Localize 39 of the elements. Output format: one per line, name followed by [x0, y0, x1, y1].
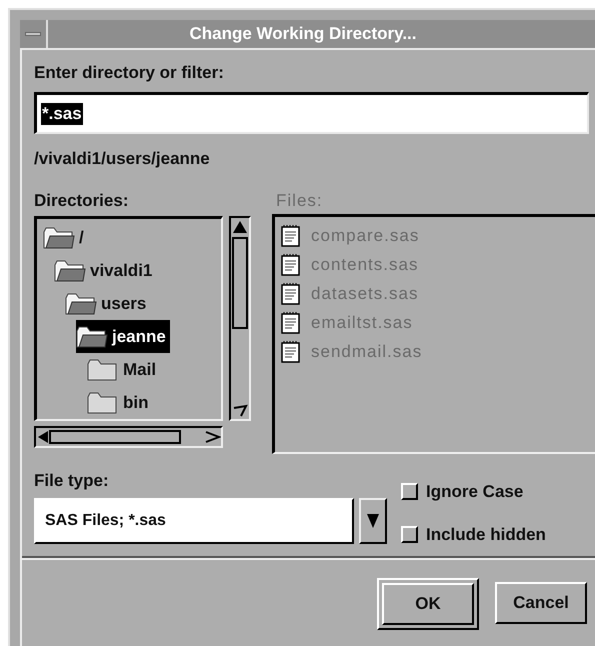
document-icon	[281, 224, 301, 247]
directory-item[interactable]: bin	[87, 386, 148, 420]
dropdown-arrow-button[interactable]	[359, 498, 387, 544]
file-item: emailtst.sas	[281, 308, 413, 338]
directory-item[interactable]: users	[65, 287, 146, 320]
open-folder-icon	[76, 324, 108, 349]
folder-icon	[87, 390, 119, 415]
file-item: datasets.sas	[281, 279, 418, 308]
file-type-label: File type:	[34, 470, 109, 492]
document-icon	[281, 312, 301, 334]
document-icon	[281, 254, 301, 276]
vertical-scrollbar[interactable]	[229, 216, 251, 422]
filter-input-field[interactable]: *.sas	[34, 92, 589, 134]
filter-label: Enter directory or filter:	[34, 62, 224, 84]
directories-list[interactable]: / vivaldi1 users jeanne Mail bin	[34, 216, 223, 422]
ok-button[interactable]: OK	[382, 583, 474, 626]
open-folder-icon	[54, 258, 86, 283]
current-path-text: /vivaldi1/users/jeanne	[34, 148, 210, 170]
files-label: Files:	[276, 190, 323, 212]
checkbox-option[interactable]: Include hidden	[401, 513, 546, 556]
file-item: sendmail.sas	[281, 337, 422, 366]
window-title: Change Working Directory...	[188, 23, 418, 45]
horizontal-scrollbar[interactable]	[34, 426, 223, 448]
open-folder-icon	[43, 226, 75, 250]
checkbox-option[interactable]: Ignore Case	[401, 470, 524, 514]
directory-item[interactable]: jeanne	[76, 320, 170, 354]
directory-item[interactable]: vivaldi1	[54, 254, 152, 288]
directories-label: Directories:	[34, 190, 128, 212]
file-item: contents.sas	[281, 250, 418, 280]
folder-icon	[87, 358, 119, 382]
directory-item[interactable]: /	[43, 221, 84, 254]
document-icon	[281, 340, 301, 363]
file-item: compare.sas	[281, 221, 420, 250]
directory-item[interactable]: Mail	[87, 353, 156, 386]
file-type-dropdown[interactable]: SAS Files; *.sas	[34, 498, 354, 544]
document-icon	[281, 282, 301, 305]
down-triangle-icon	[366, 512, 380, 530]
open-folder-icon	[65, 292, 97, 316]
cancel-button[interactable]: Cancel	[495, 582, 587, 624]
